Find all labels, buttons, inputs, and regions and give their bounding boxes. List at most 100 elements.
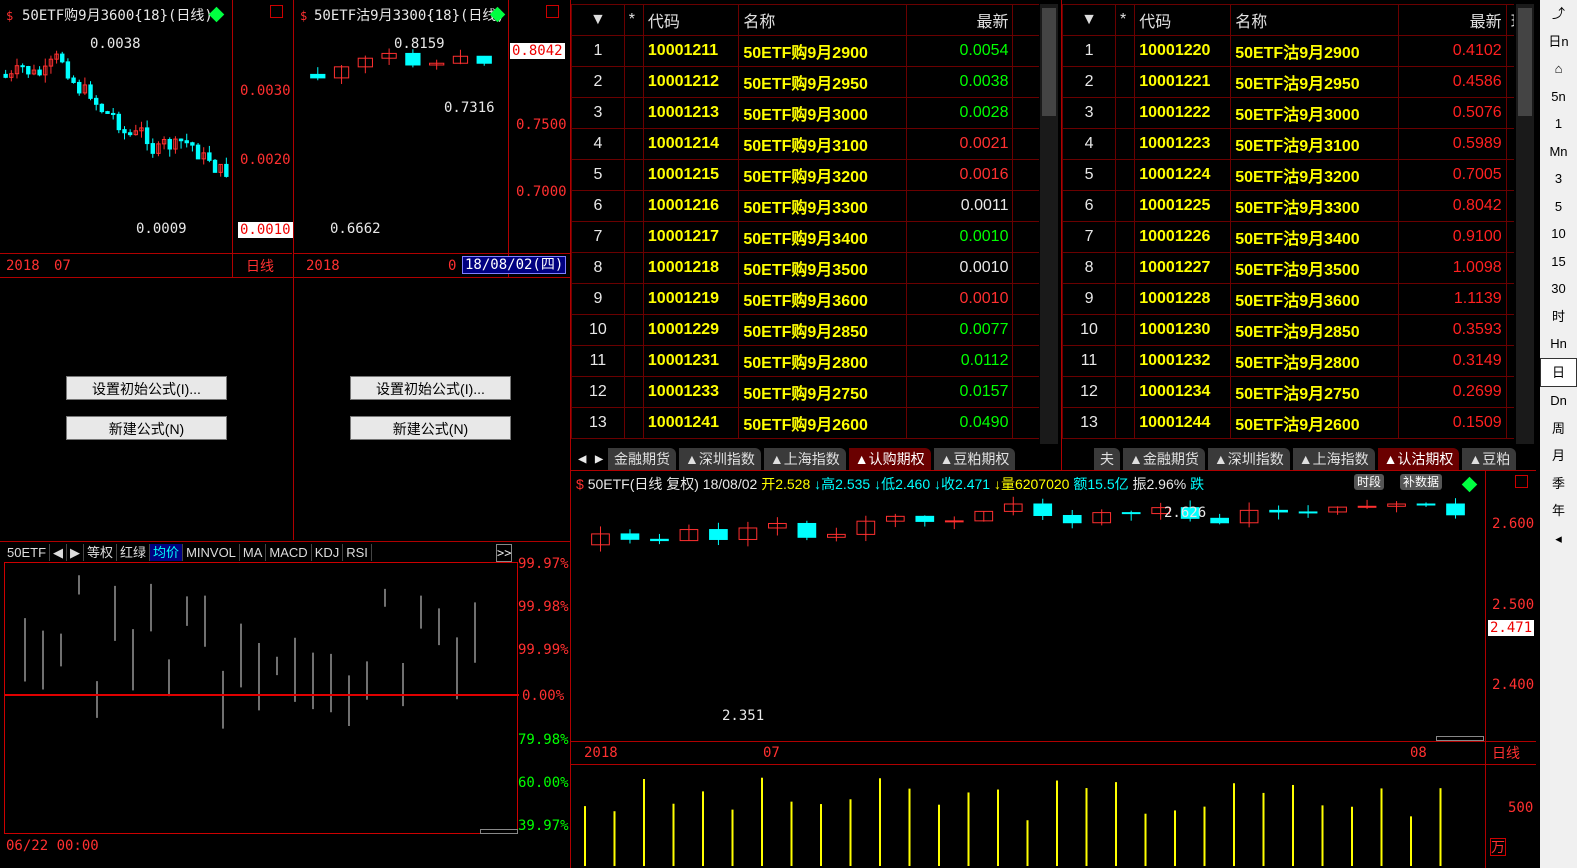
indicator-tab[interactable]: 均价 — [150, 544, 184, 561]
table-row[interactable]: 11000121150ETF购9月29000.00541 — [571, 35, 1039, 67]
period-button[interactable]: 5n — [1540, 83, 1577, 111]
candle-body — [1269, 509, 1288, 513]
new-formula-button[interactable]: 新建公式(N) — [66, 416, 227, 440]
table-row[interactable]: 2 10001221 50ETF沽9月2950 0.4586 — [1062, 66, 1514, 98]
indicator-chart[interactable] — [4, 562, 519, 834]
table-row[interactable]: 12 10001234 50ETF沽9月2750 0.2699 — [1062, 376, 1514, 408]
table-row[interactable]: 9 1000121950ETF购9月36000.00101 — [571, 283, 1039, 315]
table-row[interactable]: 4 10001223 50ETF沽9月3100 0.5989 — [1062, 128, 1514, 160]
tab-item[interactable]: ▲上海指数 — [1292, 448, 1375, 470]
tab-item[interactable]: ▲豆粕 — [1462, 448, 1517, 470]
table-row[interactable]: 10 1000122950ETF购9月28500.00771 — [571, 314, 1039, 346]
period-button[interactable]: 时 — [1540, 303, 1577, 331]
col-code[interactable]: 代码 — [642, 4, 740, 36]
table-row[interactable]: 8 10001227 50ETF沽9月3500 1.0098 — [1062, 252, 1514, 284]
period-button[interactable]: Hn — [1540, 330, 1577, 358]
col-last[interactable]: 最新 — [905, 4, 1014, 36]
period-button[interactable]: ⌂ — [1540, 55, 1577, 83]
period-button[interactable]: 10 — [1540, 220, 1577, 248]
indicator-tab[interactable]: RSI — [343, 544, 372, 561]
candle-body — [71, 77, 76, 83]
indicator-tab[interactable]: MACD — [266, 544, 312, 561]
tab-item[interactable]: ▲深圳指数 — [679, 448, 761, 470]
tab-item[interactable]: 金融期货 — [608, 448, 676, 470]
table-row[interactable]: 11 10001232 50ETF沽9月2800 0.3149 — [1062, 345, 1514, 377]
sort-button[interactable]: ▼ — [571, 4, 625, 36]
indicator-tab[interactable]: KDJ — [312, 544, 344, 561]
indicator-tab[interactable]: 50ETF — [4, 544, 51, 561]
period-button[interactable]: 15 — [1540, 248, 1577, 276]
col-name[interactable]: 名称 — [1230, 4, 1400, 36]
indicator-expand-button[interactable]: >> — [496, 544, 513, 562]
table-row[interactable]: 13 10001244 50ETF沽9月2600 0.1509 — [1062, 407, 1514, 439]
col-star[interactable]: * — [623, 4, 644, 36]
indicator-tab[interactable]: 红绿 — [117, 544, 151, 561]
row-number: 11 — [1062, 345, 1117, 377]
call-scrollbar[interactable] — [1040, 4, 1058, 444]
period-button[interactable]: 3 — [1540, 165, 1577, 193]
table-row[interactable]: 7 1000121750ETF购9月34000.00101 — [571, 221, 1039, 253]
mini-put-chart[interactable]: $ 50ETF沽9月3300{18}(日线) 0.8159 0.7316 0.6… — [294, 0, 570, 277]
settings-icon[interactable] — [1515, 475, 1528, 488]
main-candles[interactable] — [571, 496, 1485, 740]
fill-data-button[interactable]: 补数据 — [1400, 474, 1443, 490]
mini-call-chart[interactable]: $ 50ETF购9月3600{18}(日线) 0.0038 0.0009 0.0… — [0, 0, 293, 277]
settings-icon[interactable] — [270, 5, 283, 18]
period-button[interactable]: 季 — [1540, 470, 1577, 498]
col-last[interactable]: 最新 — [1398, 4, 1507, 36]
col-name[interactable]: 名称 — [738, 4, 907, 36]
tab-item[interactable]: ▲认购期权 — [848, 448, 931, 470]
period-button[interactable]: 日n — [1540, 28, 1577, 56]
period-button[interactable]: 5 — [1540, 193, 1577, 221]
col-code[interactable]: 代码 — [1134, 4, 1232, 36]
table-row[interactable]: 4 1000121450ETF购9月31000.00211 — [571, 128, 1039, 160]
period-button[interactable]: ◂ — [1540, 525, 1577, 553]
table-row[interactable]: 11 1000123150ETF购9月28000.01121 — [571, 345, 1039, 377]
period-button[interactable]: 周 — [1540, 415, 1577, 443]
col-vol[interactable]: 现手 — [1012, 4, 1039, 36]
table-row[interactable]: 9 10001228 50ETF沽9月3600 1.1139 — [1062, 283, 1514, 315]
tab-item[interactable]: ▲金融期货 — [1123, 448, 1205, 470]
set-initial-formula-button[interactable]: 设置初始公式(I)... — [66, 376, 227, 400]
table-row[interactable]: 2 1000121250ETF购9月29500.00381 — [571, 66, 1039, 98]
indicator-tab[interactable]: MA — [240, 544, 267, 561]
period-button[interactable]: 1 — [1540, 110, 1577, 138]
table-row[interactable]: 5 1000121550ETF购9月32000.00161 — [571, 159, 1039, 191]
settings-icon[interactable] — [546, 5, 559, 18]
indicator-tab[interactable]: ◀ — [50, 544, 68, 561]
table-row[interactable]: 13 1000124150ETF购9月26000.049030 — [571, 407, 1039, 439]
tab-scroll-left[interactable]: ◀ ▶ — [578, 451, 603, 467]
table-row[interactable]: 10 10001230 50ETF沽9月2850 0.3593 — [1062, 314, 1514, 346]
set-initial-formula-button[interactable]: 设置初始公式(I)... — [350, 376, 511, 400]
table-row[interactable]: 5 10001224 50ETF沽9月3200 0.7005 — [1062, 159, 1514, 191]
period-button[interactable]: ⤴ — [1540, 0, 1577, 28]
indicator-tab[interactable]: ▶ — [67, 544, 85, 561]
tab-item[interactable]: ▲豆粕期权 — [933, 448, 1016, 470]
sort-button[interactable]: ▼ — [1062, 4, 1117, 36]
table-row[interactable]: 7 10001226 50ETF沽9月3400 0.9100 — [1062, 221, 1514, 253]
new-formula-button[interactable]: 新建公式(N) — [350, 416, 511, 440]
period-button[interactable]: 30 — [1540, 275, 1577, 303]
col-vol[interactable]: 现 — [1505, 4, 1514, 36]
table-row[interactable]: 1 10001220 50ETF沽9月2900 0.4102 — [1062, 35, 1514, 67]
indicator-tab[interactable]: MINVOL — [183, 544, 240, 561]
indicator-tab[interactable]: 等权 — [84, 544, 118, 561]
table-row[interactable]: 8 1000121850ETF购9月35000.00101 — [571, 252, 1039, 284]
table-row[interactable]: 6 1000121650ETF购9月33000.001124 — [571, 190, 1039, 222]
col-star[interactable]: * — [1115, 4, 1136, 36]
table-row[interactable]: 6 10001225 50ETF沽9月3300 0.8042 — [1062, 190, 1514, 222]
put-scrollbar[interactable] — [1516, 4, 1534, 444]
period-button[interactable]: 月 — [1540, 442, 1577, 470]
period-button[interactable]: 年 — [1540, 497, 1577, 525]
table-row[interactable]: 12 1000123350ETF购9月27500.01573 — [571, 376, 1039, 408]
tab-item[interactable]: ▲上海指数 — [763, 448, 846, 470]
tab-item[interactable]: ▲深圳指数 — [1207, 448, 1290, 470]
time-segment-button[interactable]: 时段 — [1354, 474, 1385, 490]
tab-item[interactable]: ▲认沽期权 — [1377, 448, 1460, 470]
table-row[interactable]: 3 10001222 50ETF沽9月3000 0.5076 — [1062, 97, 1514, 129]
table-row[interactable]: 3 1000121350ETF购9月30000.00282 — [571, 97, 1039, 129]
tab-item[interactable]: 夫 — [1094, 448, 1120, 470]
period-button[interactable]: 日 — [1540, 357, 1577, 387]
period-button[interactable]: Dn — [1540, 387, 1577, 415]
period-button[interactable]: Mn — [1540, 138, 1577, 166]
